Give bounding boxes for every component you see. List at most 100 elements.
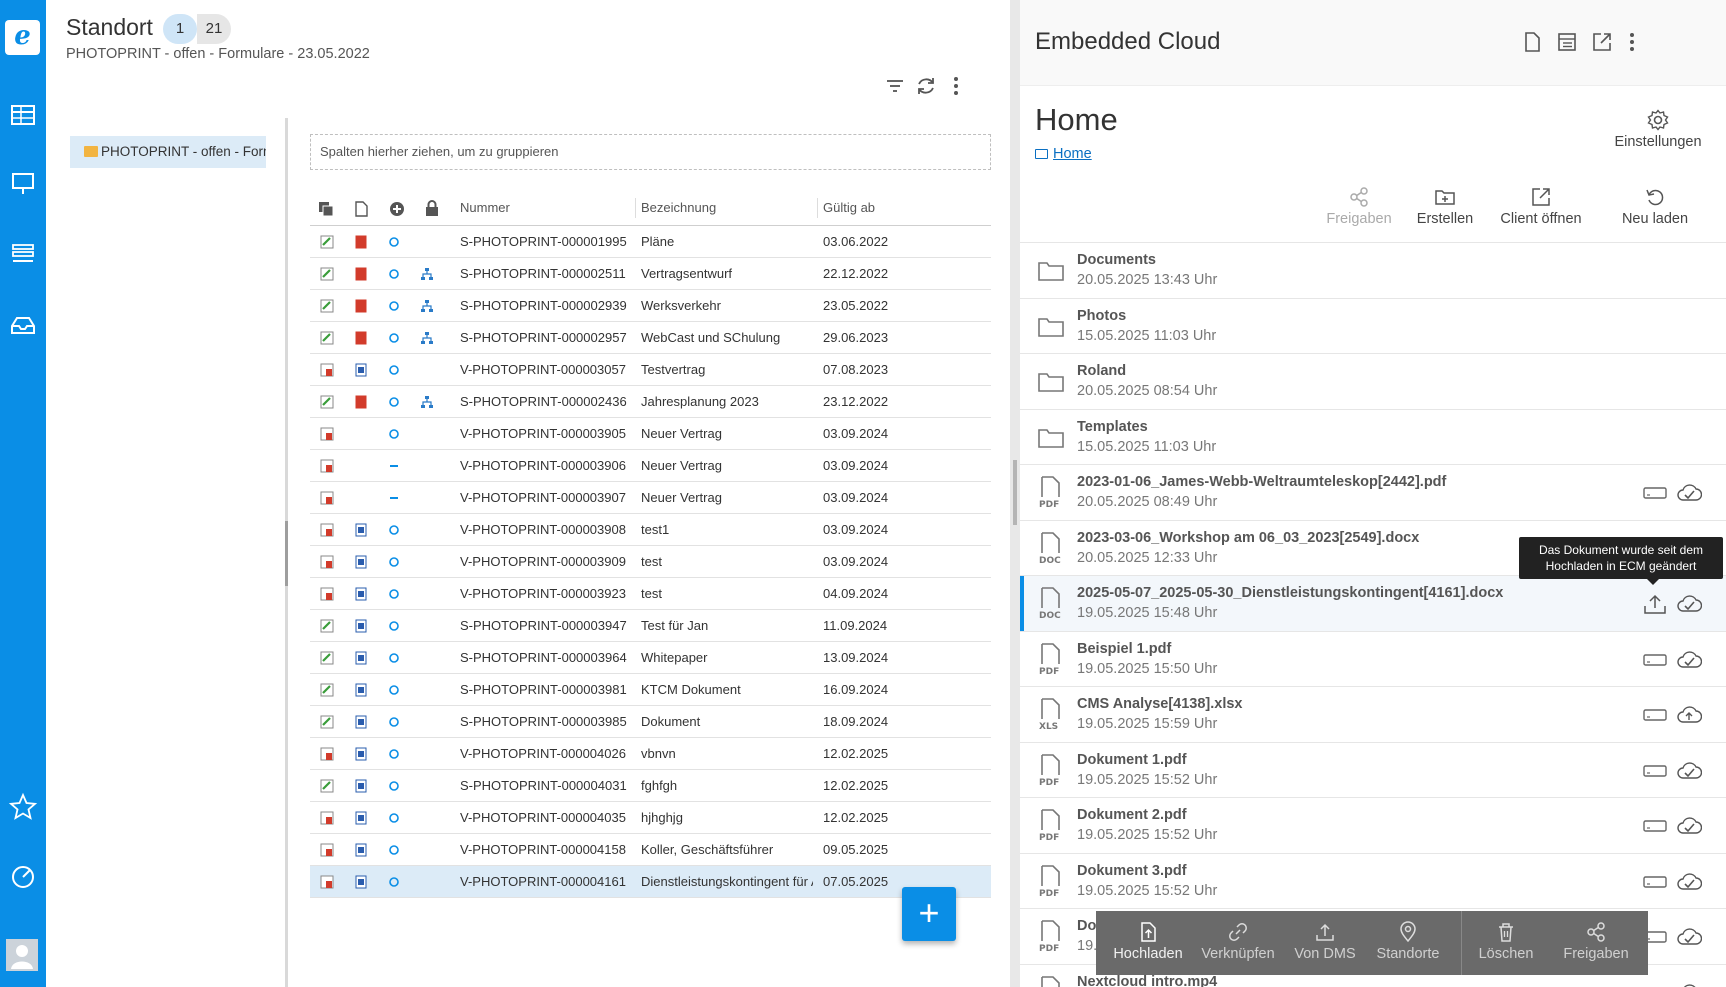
drive-icon[interactable] [1642, 647, 1668, 673]
filter-icon[interactable] [883, 74, 907, 98]
link-button[interactable]: Verknüpfen [1194, 911, 1282, 975]
column-header-valid-from[interactable]: Gültig ab [823, 190, 875, 226]
group-drop-zone[interactable]: Spalten hierher ziehen, um zu gruppieren [310, 134, 991, 170]
copy-icon[interactable] [318, 201, 334, 217]
upload-to-ecm-icon[interactable] [1642, 591, 1668, 617]
file-name[interactable]: 2023-01-06_James-Webb-Weltraumteleskop[2… [1077, 474, 1446, 490]
table-row[interactable]: V-PHOTOPRINT-000004026 vbnvn 12.02.2025 [310, 738, 991, 770]
file-name[interactable]: Templates [1077, 419, 1148, 435]
breadcrumb-home[interactable]: Home [1053, 146, 1092, 162]
column-header-number[interactable]: Nummer [460, 190, 510, 226]
table-row[interactable]: S-PHOTOPRINT-000003985 Dokument 18.09.2024 [310, 706, 991, 738]
list-view-icon[interactable] [1555, 30, 1579, 54]
drive-icon[interactable] [1642, 480, 1668, 506]
file-type-icon[interactable] [353, 201, 369, 217]
table-row[interactable]: S-PHOTOPRINT-000001995 Pläne 03.06.2022 [310, 226, 991, 258]
dashboard-icon[interactable] [8, 862, 38, 892]
drive-icon[interactable] [1642, 702, 1668, 728]
drive-icon[interactable] [1642, 813, 1668, 839]
file-row[interactable]: Roland 20.05.2025 08:54 Uhr [1020, 353, 1726, 409]
file-row[interactable]: DOC 2025-05-07_2025-05-30_Dienstleistungs… [1020, 575, 1726, 631]
open-external-icon[interactable] [1590, 30, 1614, 54]
table-row[interactable]: V-PHOTOPRINT-000003906 Neuer Vertrag 03.09… [310, 450, 991, 482]
file-name[interactable]: Documents [1077, 252, 1156, 268]
file-name[interactable]: Photos [1077, 308, 1126, 324]
table-row[interactable]: V-PHOTOPRINT-000003909 test 03.09.2024 [310, 546, 991, 578]
file-row[interactable]: PDF Beispiel 1.pdf 19.05.2025 15:50 Uhr [1020, 630, 1726, 687]
share-button[interactable]: Freigaben [1552, 911, 1640, 975]
settings-button[interactable]: Einstellungen [1608, 108, 1708, 150]
reload-action[interactable]: Neu laden [1600, 186, 1710, 227]
table-icon[interactable] [8, 100, 38, 130]
file-name[interactable]: Dokument 1.pdf [1077, 752, 1187, 768]
file-name[interactable]: CMS Analyse[4138].xlsx [1077, 696, 1243, 712]
table-row[interactable]: S-PHOTOPRINT-000002939 Werksverkehr 23.05.… [310, 290, 991, 322]
document-icon[interactable] [1520, 30, 1544, 54]
column-header-name[interactable]: Bezeichnung [641, 190, 716, 226]
share-action[interactable]: Freigaben [1326, 186, 1392, 227]
cloud-check-icon[interactable] [1676, 591, 1702, 617]
from-dms-button[interactable]: Von DMS [1286, 911, 1364, 975]
cloud-check-icon[interactable] [1676, 980, 1702, 987]
tree-item-selected[interactable]: PHOTOPRINT - offen - Formu [70, 136, 266, 168]
app-logo[interactable]: e [5, 20, 40, 55]
file-name[interactable]: 2023-03-06_Workshop am 06_03_2023[2549].… [1077, 530, 1419, 546]
upload-button[interactable]: Hochladen [1106, 911, 1190, 975]
create-action[interactable]: Erstellen [1412, 186, 1478, 227]
file-row[interactable]: Photos 15.05.2025 11:03 Uhr [1020, 297, 1726, 354]
table-row[interactable]: S-PHOTOPRINT-000002957 WebCast und SChulu… [310, 322, 991, 354]
panel-divider-grip[interactable] [1013, 460, 1017, 525]
drive-icon[interactable] [1642, 758, 1668, 784]
file-name[interactable]: 2025-05-07_2025-05-30_Dienstleistungskon… [1077, 585, 1503, 601]
file-row[interactable]: PDF 2023-01-06_James-Webb-Weltraumtelesko… [1020, 464, 1726, 520]
add-fab-button[interactable]: + [902, 887, 956, 941]
table-row[interactable]: V-PHOTOPRINT-000003908 test1 03.09.2024 [310, 514, 991, 546]
list-icon[interactable] [8, 238, 38, 268]
file-name[interactable]: Dokument 3.pdf [1077, 863, 1187, 879]
table-row[interactable]: V-PHOTOPRINT-000004161 Dienstleistungskon… [310, 866, 991, 898]
locations-button[interactable]: Standorte [1366, 911, 1450, 975]
table-row[interactable]: S-PHOTOPRINT-000004031 fghfgh 12.02.2025 [310, 770, 991, 802]
open-client-action[interactable]: Client öffnen [1492, 186, 1590, 227]
file-row[interactable]: Documents 20.05.2025 13:43 Uhr [1020, 242, 1726, 298]
file-row[interactable]: PDF Dokument 3.pdf 19.05.2025 15:52 Uhr [1020, 852, 1726, 909]
file-name[interactable]: Dokument 2.pdf [1077, 807, 1187, 823]
table-row[interactable]: V-PHOTOPRINT-000003923 test 04.09.2024 [310, 578, 991, 610]
avatar[interactable] [6, 939, 38, 971]
lock-icon[interactable] [424, 200, 440, 216]
file-row[interactable]: PDF Dokument 1.pdf 19.05.2025 15:52 Uhr [1020, 741, 1726, 798]
star-icon[interactable] [8, 792, 38, 822]
table-row[interactable]: S-PHOTOPRINT-000002511 Vertragsentwurf 22.… [310, 258, 991, 290]
table-row[interactable]: S-PHOTOPRINT-000003947 Test für Jan 11.09.… [310, 610, 991, 642]
table-row[interactable]: V-PHOTOPRINT-000003057 Testvertrag 07.08.2… [310, 354, 991, 386]
table-row[interactable]: S-PHOTOPRINT-000002436 Jahresplanung 2023… [310, 386, 991, 418]
cloud-check-icon[interactable] [1676, 647, 1702, 673]
table-row[interactable]: V-PHOTOPRINT-000004158 Koller, Geschäftsf… [310, 834, 991, 866]
inbox-icon[interactable] [8, 310, 38, 340]
refresh-icon[interactable] [914, 74, 938, 98]
cloud-check-icon[interactable] [1676, 869, 1702, 895]
file-name[interactable]: Beispiel 1.pdf [1077, 641, 1171, 657]
file-row[interactable]: XLS CMS Analyse[4138].xlsx 19.05.2025 15:5… [1020, 686, 1726, 742]
cloud-check-icon[interactable] [1676, 758, 1702, 784]
breadcrumb[interactable]: Home [1035, 146, 1092, 162]
splitter-grip[interactable] [285, 521, 288, 586]
file-name[interactable]: Nextcloud intro.mp4 [1077, 974, 1217, 987]
table-row[interactable]: V-PHOTOPRINT-000003907 Neuer Vertrag 03.09… [310, 482, 991, 514]
drive-icon[interactable] [1642, 980, 1668, 987]
drive-icon[interactable] [1642, 869, 1668, 895]
table-row[interactable]: V-PHOTOPRINT-000003905 Neuer Vertrag 03.09… [310, 418, 991, 450]
presentation-icon[interactable] [8, 168, 38, 198]
file-row[interactable]: Templates 15.05.2025 11:03 Uhr [1020, 408, 1726, 465]
cloud-check-icon[interactable] [1676, 924, 1702, 950]
cloud-check-icon[interactable] [1676, 813, 1702, 839]
file-name[interactable]: Roland [1077, 363, 1126, 379]
more-vertical-icon[interactable] [944, 74, 968, 98]
more-vertical-icon[interactable] [1620, 30, 1644, 54]
table-row[interactable]: S-PHOTOPRINT-000003981 KTCM Dokument 16.09… [310, 674, 991, 706]
table-row[interactable]: V-PHOTOPRINT-000004035 hjhghjg 12.02.2025 [310, 802, 991, 834]
delete-button[interactable]: Löschen [1466, 911, 1546, 975]
cloud-check-icon[interactable] [1676, 480, 1702, 506]
file-row[interactable]: PDF Dokument 2.pdf 19.05.2025 15:52 Uhr [1020, 797, 1726, 853]
table-row[interactable]: S-PHOTOPRINT-000003964 Whitepaper 13.09.20… [310, 642, 991, 674]
